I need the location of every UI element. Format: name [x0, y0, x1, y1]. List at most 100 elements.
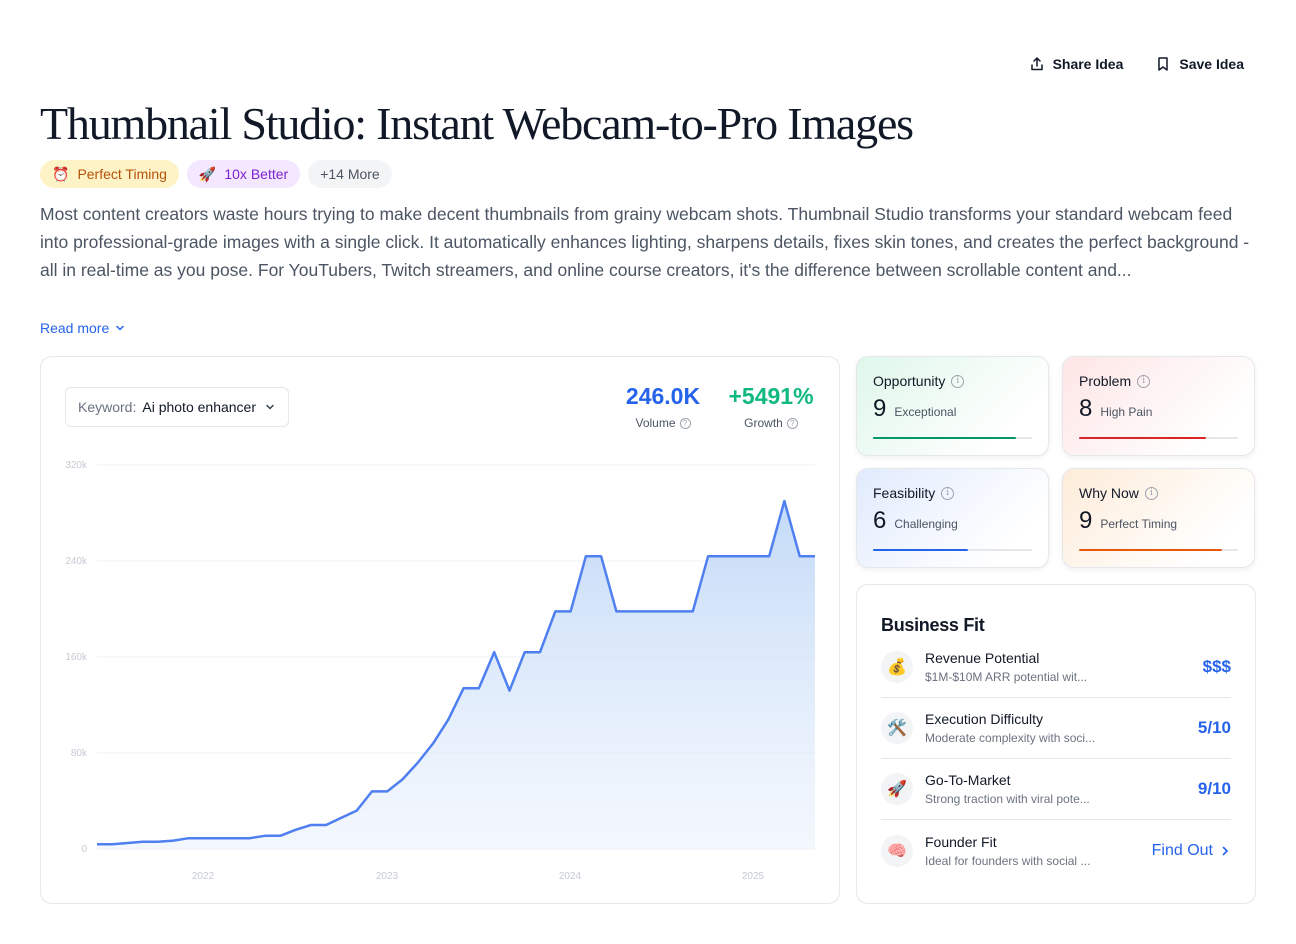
- keyword-select[interactable]: Keyword: Ai photo enhancer: [65, 387, 289, 427]
- tag-label: 10x Better: [224, 166, 289, 182]
- volume-value: 246.0K: [625, 383, 701, 409]
- keyword-label: Keyword:: [78, 399, 137, 415]
- biz-value: $$$: [1202, 657, 1231, 676]
- find-out-link[interactable]: Find Out: [1152, 842, 1231, 860]
- y-tick-label: 0: [81, 844, 87, 855]
- score-title-row: Opportunity i: [873, 373, 1032, 389]
- score-value: 6: [873, 507, 887, 534]
- money-bag-icon: 💰: [881, 651, 913, 683]
- y-tick-label: 320k: [65, 460, 88, 471]
- tag-perfect-timing[interactable]: ⏰ Perfect Timing: [40, 160, 179, 188]
- trend-chart: 0 80k 160k 240k 320k 2022 2023 2024 2025: [65, 460, 815, 882]
- biz-name: Founder Fit: [925, 833, 997, 850]
- share-idea-label: Share Idea: [1052, 56, 1124, 72]
- find-out-label: Find Out: [1151, 841, 1213, 859]
- share-idea-button[interactable]: Share Idea: [1029, 56, 1124, 72]
- brain-icon: 🧠: [881, 834, 913, 867]
- score-value: 9: [1079, 507, 1093, 534]
- volume-stat: 246.0K Volume ?: [621, 383, 705, 430]
- biz-value: 9/10: [1197, 779, 1231, 798]
- x-tick-label: 2024: [559, 871, 582, 882]
- top-actions: Share Idea Save Idea: [1029, 56, 1244, 72]
- biz-name: Revenue Potential: [925, 650, 1040, 666]
- biz-sub: $1M-$10M ARR potential wit...: [925, 670, 1088, 684]
- business-fit-row-execution[interactable]: 🛠️ Execution Difficulty Moderate complex…: [881, 698, 1231, 759]
- bookmark-icon: [1158, 57, 1169, 71]
- score-fill: [873, 437, 1017, 439]
- growth-label-row: Growth ?: [723, 416, 819, 430]
- score-title-row: Feasibility i: [873, 485, 1032, 501]
- area-fill: [97, 501, 815, 849]
- help-icon[interactable]: ?: [679, 417, 691, 429]
- score-card-problem[interactable]: Problem i 8 High Pain: [1062, 356, 1255, 456]
- volume-label: Volume: [635, 416, 676, 430]
- biz-text: Founder Fit Ideal for founders with soci…: [925, 834, 1152, 868]
- score-value: 8: [1079, 395, 1093, 422]
- chevron-down-icon: [266, 404, 274, 410]
- tag-label: +14 More: [320, 166, 380, 182]
- score-word: Perfect Timing: [1100, 517, 1178, 531]
- idea-description: Most content creators waste hours trying…: [40, 204, 1250, 280]
- business-fit-row-founder[interactable]: 🧠 Founder Fit Ideal for founders with so…: [881, 820, 1231, 881]
- volume-label-row: Volume ?: [621, 416, 705, 430]
- score-row: 6 Challenging: [873, 507, 1032, 535]
- save-idea-label: Save Idea: [1179, 56, 1244, 72]
- business-fit-row-revenue[interactable]: 💰 Revenue Potential $1M-$10M ARR potenti…: [881, 637, 1231, 698]
- business-fit-card: Business Fit 💰 Revenue Potential $1M-$10…: [856, 584, 1256, 904]
- y-tick-label: 160k: [65, 652, 88, 663]
- biz-name: Go-To-Market: [925, 772, 1011, 788]
- score-title: Why Now: [1079, 485, 1139, 501]
- info-icon[interactable]: i: [951, 374, 965, 388]
- biz-text: Execution Difficulty Moderate complexity…: [925, 711, 1198, 745]
- score-bar: [873, 549, 1032, 551]
- tag-more-button[interactable]: +14 More: [308, 160, 392, 188]
- business-fit-title: Business Fit: [881, 615, 985, 635]
- score-fill: [1079, 437, 1207, 439]
- score-word: Exceptional: [894, 405, 957, 419]
- x-tick-label: 2023: [376, 871, 399, 882]
- info-icon[interactable]: i: [1137, 374, 1151, 388]
- score-title-row: Why Now i: [1079, 485, 1238, 501]
- x-tick-label: 2025: [742, 871, 765, 882]
- read-more-link[interactable]: Read more: [40, 320, 125, 336]
- score-value: 9: [873, 395, 887, 422]
- score-card-opportunity[interactable]: Opportunity i 9 Exceptional: [856, 356, 1049, 456]
- y-tick-label: 80k: [71, 748, 88, 759]
- score-fill: [1079, 549, 1223, 551]
- score-bar: [1079, 437, 1238, 439]
- save-idea-button[interactable]: Save Idea: [1155, 56, 1244, 72]
- keyword-value: Ai photo enhancer: [142, 399, 256, 415]
- biz-value: 5/10: [1197, 718, 1231, 737]
- score-title: Feasibility: [873, 485, 936, 501]
- score-card-why-now[interactable]: Why Now i 9 Perfect Timing: [1062, 468, 1255, 568]
- alarm-clock-icon: ⏰: [52, 165, 70, 182]
- score-word: Challenging: [894, 517, 958, 531]
- tag-label: Perfect Timing: [77, 166, 167, 182]
- biz-name: Execution Difficulty: [925, 711, 1044, 727]
- chevron-right-icon: [1222, 846, 1229, 855]
- score-fill: [873, 549, 969, 551]
- keyword-trend-card: Keyword: Ai photo enhancer 246.0K Volume…: [40, 356, 840, 904]
- growth-value: +5491%: [728, 383, 814, 409]
- score-title: Opportunity: [873, 373, 946, 389]
- biz-text: Revenue Potential $1M-$10M ARR potential…: [925, 650, 1203, 684]
- page-title: Thumbnail Studio: Instant Webcam-to-Pro …: [40, 98, 914, 149]
- read-more-label: Read more: [40, 320, 110, 336]
- share-icon: [1030, 57, 1043, 71]
- x-tick-label: 2022: [192, 871, 215, 882]
- business-fit-row-gtm[interactable]: 🚀 Go-To-Market Strong traction with vira…: [881, 759, 1231, 820]
- score-row: 9 Exceptional: [873, 395, 1032, 423]
- biz-text: Go-To-Market Strong traction with viral …: [925, 772, 1198, 806]
- score-bar: [1079, 549, 1238, 551]
- score-row: 8 High Pain: [1079, 395, 1238, 423]
- score-card-feasibility[interactable]: Feasibility i 6 Challenging: [856, 468, 1049, 568]
- biz-sub: Ideal for founders with social ...: [925, 853, 1091, 868]
- rocket-icon: 🚀: [881, 773, 913, 805]
- info-icon[interactable]: i: [1144, 486, 1158, 500]
- score-row: 9 Perfect Timing: [1079, 507, 1238, 535]
- score-title-row: Problem i: [1079, 373, 1238, 389]
- help-icon[interactable]: ?: [786, 417, 798, 429]
- info-icon[interactable]: i: [941, 486, 955, 500]
- tag-10x-better[interactable]: 🚀 10x Better: [186, 160, 301, 188]
- biz-sub: Moderate complexity with soci...: [925, 731, 1096, 745]
